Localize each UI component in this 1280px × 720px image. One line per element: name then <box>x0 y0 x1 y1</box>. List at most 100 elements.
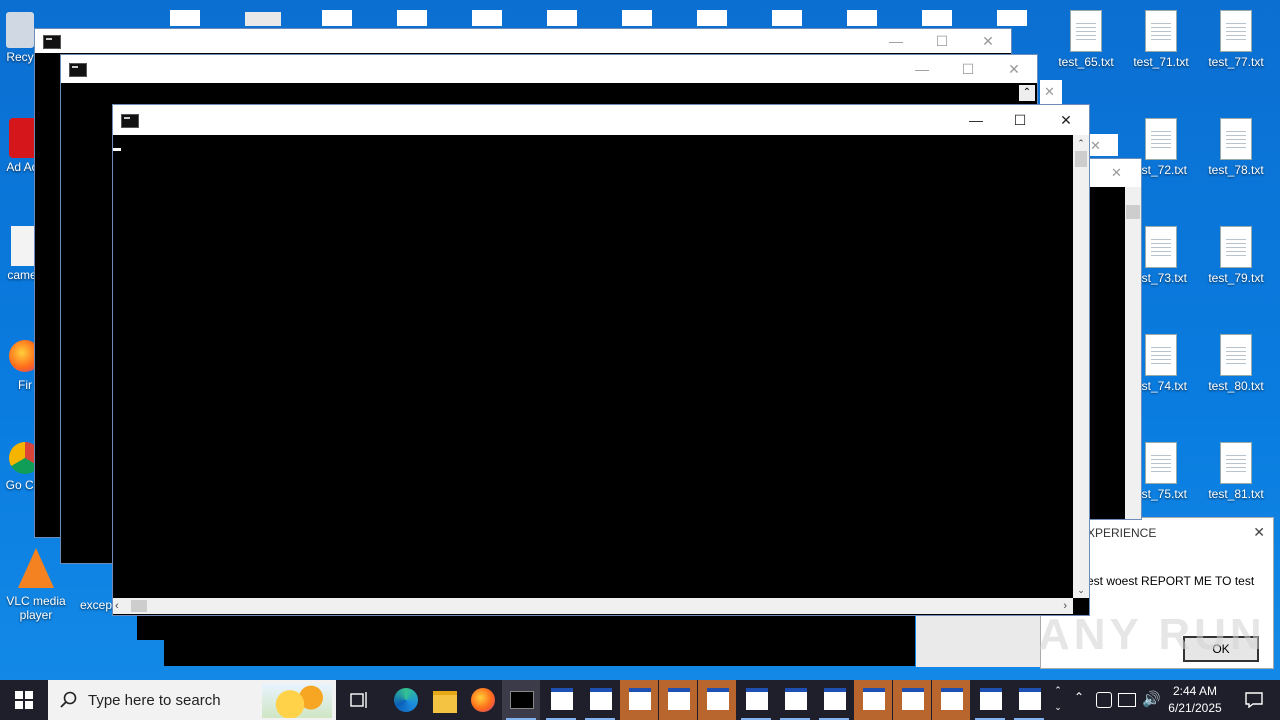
scroll-down-arrow[interactable]: ⌄ <box>1073 582 1089 598</box>
maximize-button[interactable]: ☐ <box>919 29 965 53</box>
console-window-front[interactable]: — ☐ ✕ ⌃ ⌄ ‹ › <box>112 104 1090 616</box>
desktop-file-test-81[interactable]: test_81.txt <box>1200 442 1272 501</box>
scroll-up-arrow[interactable]: ⌃ <box>1073 135 1089 151</box>
close-icon[interactable]: ✕ <box>1040 80 1062 104</box>
taskbar-window-flashing[interactable] <box>893 680 931 720</box>
file-icon <box>997 10 1027 26</box>
desktop-file-test-77[interactable]: test_77.txt <box>1200 10 1272 69</box>
cmd-icon <box>69 63 87 77</box>
dialog-title: XPERIENCE <box>1087 526 1157 540</box>
window-icon <box>902 688 924 710</box>
console-window-back-3[interactable]: ✕ <box>1040 80 1062 106</box>
text-file-icon <box>1220 10 1252 52</box>
clock-time: 2:44 AM <box>1172 684 1218 698</box>
desktop-file-test-80[interactable]: test_80.txt <box>1200 334 1272 393</box>
console-window-back-5[interactable]: ✕ <box>1088 158 1142 520</box>
window-icon <box>629 688 651 710</box>
search-highlight-image <box>262 684 332 718</box>
close-button[interactable]: ✕ <box>965 29 1011 53</box>
taskbar-cmd-active[interactable] <box>502 680 540 720</box>
taskbar-firefox[interactable] <box>464 680 502 720</box>
window-icon <box>707 688 729 710</box>
vertical-scrollbar[interactable]: ⌃ ⌄ <box>1073 135 1089 598</box>
taskbar-window[interactable] <box>581 680 619 720</box>
vlc-icon <box>18 548 54 588</box>
cmd-icon <box>121 114 139 128</box>
start-button[interactable] <box>0 680 48 720</box>
dialog-close-button[interactable]: ✕ <box>1253 524 1265 541</box>
file-icon <box>922 10 952 26</box>
window-icon <box>941 688 963 710</box>
title-bar[interactable]: — ☐ ✕ <box>113 105 1089 135</box>
taskbar-window-flashing[interactable] <box>659 680 697 720</box>
firefox-icon <box>471 688 495 712</box>
file-icon <box>697 10 727 26</box>
volume-icon[interactable]: 🔊 <box>1142 690 1161 708</box>
notifications-button[interactable] <box>1234 680 1274 720</box>
minimize-button[interactable]: — <box>873 29 919 53</box>
security-icon[interactable] <box>1096 692 1112 708</box>
file-icon <box>772 10 802 26</box>
desktop-file-test-79[interactable]: test_79.txt <box>1200 226 1272 285</box>
scroll-left-arrow[interactable]: ‹ <box>115 598 119 614</box>
taskbar-window[interactable] <box>1010 680 1048 720</box>
desktop-file-test-71[interactable]: test_71.txt <box>1125 10 1197 69</box>
taskbar-window[interactable] <box>815 680 853 720</box>
window-icon <box>980 688 1002 710</box>
taskbar-window-flashing[interactable] <box>698 680 736 720</box>
taskbar-edge[interactable] <box>386 680 426 720</box>
desktop-file-test-78[interactable]: test_78.txt <box>1200 118 1272 177</box>
console-window-back-4[interactable]: ✕ <box>1088 134 1118 156</box>
taskbar-window-flashing[interactable] <box>932 680 970 720</box>
scroll-thumb[interactable] <box>131 600 147 612</box>
window-icon <box>668 688 690 710</box>
vertical-scrollbar[interactable] <box>1125 187 1141 519</box>
task-view-button[interactable] <box>340 680 380 720</box>
taskbar-window[interactable] <box>542 680 580 720</box>
taskbar-window-flashing[interactable] <box>620 680 658 720</box>
title-bar[interactable]: ✕ <box>1089 159 1141 187</box>
desktop-file-test-65[interactable]: test_65.txt <box>1050 10 1122 69</box>
minimize-button[interactable]: — <box>899 55 945 83</box>
close-button[interactable]: ✕ <box>991 55 1037 83</box>
show-hidden-icons-button[interactable]: ⌃ <box>1070 690 1088 710</box>
window-icon <box>590 688 612 710</box>
text-file-icon <box>1145 442 1177 484</box>
text-file-icon <box>1070 10 1102 52</box>
file-icon <box>472 10 502 26</box>
scroll-thumb[interactable] <box>1126 205 1140 219</box>
network-icon[interactable] <box>1118 693 1136 707</box>
clock[interactable]: 2:44 AM 6/21/2025 <box>1160 683 1230 717</box>
maximize-button[interactable]: ☐ <box>945 55 991 83</box>
text-file-icon <box>1220 442 1252 484</box>
watermark: ANY RUN <box>1038 610 1266 659</box>
text-cursor <box>113 148 121 151</box>
title-bar[interactable]: — ☐ ✕ <box>35 29 1011 53</box>
window-icon <box>1019 688 1041 710</box>
horizontal-scrollbar[interactable]: ‹ › <box>113 598 1073 614</box>
close-icon[interactable]: ✕ <box>1111 165 1122 181</box>
minimize-button[interactable]: — <box>953 105 999 135</box>
taskbar-window[interactable] <box>737 680 775 720</box>
windows-logo-icon <box>15 691 33 709</box>
maximize-button[interactable]: ☐ <box>997 105 1043 135</box>
clock-date: 6/21/2025 <box>1168 701 1222 715</box>
scroll-right-arrow[interactable]: › <box>1063 598 1067 614</box>
close-icon[interactable]: ✕ <box>1088 134 1118 154</box>
file-icon <box>622 10 652 26</box>
console-output[interactable] <box>113 135 1071 598</box>
taskbar-window-flashing[interactable] <box>854 680 892 720</box>
taskbar-file-explorer[interactable] <box>426 680 464 720</box>
title-bar[interactable]: — ☐ ✕ <box>61 55 1037 83</box>
cmd-icon <box>510 691 534 709</box>
taskbar-scroll[interactable]: ⌃ ⌄ <box>1050 682 1066 718</box>
scroll-up-arrow[interactable]: ⌃ <box>1019 85 1035 101</box>
console-window-strip <box>916 615 1040 667</box>
close-button[interactable]: ✕ <box>1043 105 1089 135</box>
scroll-thumb[interactable] <box>1075 151 1087 167</box>
taskbar-window[interactable] <box>776 680 814 720</box>
text-file-icon <box>1220 118 1252 160</box>
desktop-icon-exception[interactable]: excep <box>76 598 116 612</box>
taskbar-window[interactable] <box>971 680 1009 720</box>
search-box[interactable]: Type here to search <box>48 680 336 720</box>
